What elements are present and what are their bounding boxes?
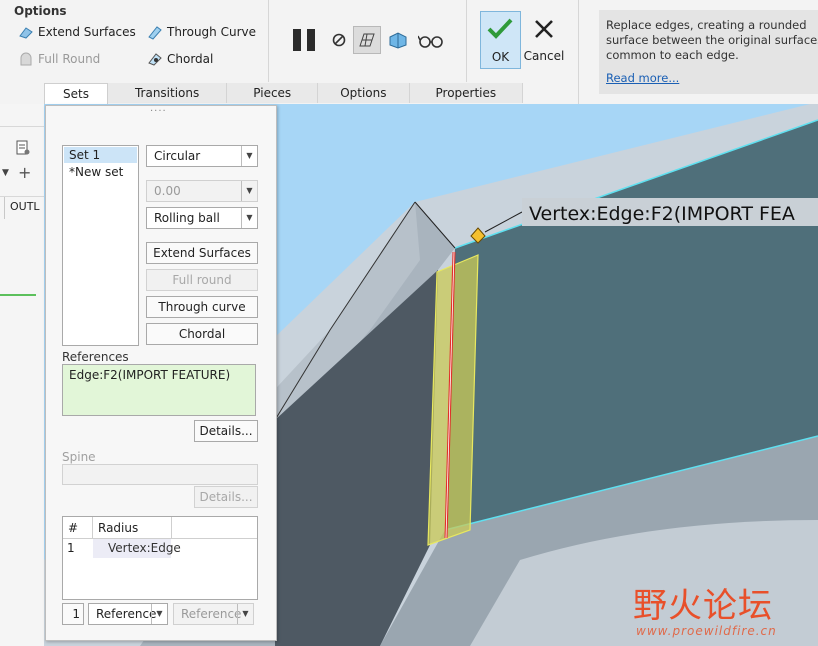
- no-preview-icon[interactable]: [332, 33, 346, 47]
- shape-dropdown-value: Circular: [154, 149, 201, 163]
- reference-type-dropdown[interactable]: Reference ▼: [88, 603, 168, 625]
- chevron-down-icon: ▼: [237, 604, 253, 624]
- row-num: 1: [67, 541, 75, 555]
- tab-sets[interactable]: Sets: [44, 83, 108, 104]
- help-panel: Replace edges, creating a rounded surfac…: [599, 10, 818, 94]
- tab-bar: Sets Transitions Pieces Options Properti…: [44, 83, 524, 104]
- reference-value-dropdown[interactable]: Reference ▼: [173, 603, 254, 625]
- column-divider: [171, 517, 172, 538]
- tab-options[interactable]: Options: [318, 83, 410, 103]
- value-field[interactable]: 0.00 ▼: [146, 180, 258, 202]
- sets-list[interactable]: Set 1 *New set: [62, 145, 139, 346]
- panel-grip[interactable]: ····: [150, 106, 167, 117]
- column-divider: [4, 197, 5, 219]
- mesh-preview-icon: [359, 33, 375, 47]
- geometry-preview-toggle[interactable]: [353, 26, 381, 54]
- options-group-title: Options: [14, 4, 67, 18]
- spine-collector[interactable]: [62, 464, 258, 485]
- chevron-down-icon: ▼: [151, 604, 167, 624]
- row-number-field[interactable]: 1: [62, 603, 84, 625]
- watermark-url: www.proewildfire.cn: [636, 624, 777, 638]
- strip-divider: [0, 126, 44, 127]
- ribbon-divider: [578, 0, 579, 104]
- table-row[interactable]: 1 Vertex:Edge: [63, 539, 181, 558]
- full-round-option[interactable]: Full Round: [18, 51, 100, 67]
- cancel-label: Cancel: [523, 49, 565, 63]
- ok-label: OK: [491, 50, 510, 64]
- value-field-text: 0.00: [154, 184, 181, 198]
- extend-surfaces-icon: [19, 27, 33, 39]
- reference-type-value: Reference: [96, 607, 157, 621]
- solid-preview-icon[interactable]: [388, 31, 408, 49]
- add-icon[interactable]: +: [18, 163, 31, 182]
- progress-line: [0, 294, 36, 296]
- radius-table[interactable]: # Radius 1 Vertex:Edge: [62, 516, 258, 600]
- tab-transitions[interactable]: Transitions: [107, 83, 228, 103]
- ribbon: Options Extend Surfaces Through Curve Fu…: [0, 0, 818, 105]
- reference-value-text: Reference: [181, 607, 242, 621]
- chevron-down-icon[interactable]: ▼: [2, 168, 9, 178]
- glasses-icon[interactable]: [418, 34, 444, 48]
- ribbon-divider: [268, 0, 269, 82]
- chevron-down-icon: ▼: [241, 208, 257, 228]
- extend-surfaces-option[interactable]: Extend Surfaces: [18, 24, 136, 40]
- column-divider: [92, 517, 93, 538]
- column-header-radius: Radius: [98, 521, 139, 535]
- set-item[interactable]: Set 1: [64, 147, 137, 163]
- pause-icon[interactable]: [292, 29, 316, 51]
- spine-label: Spine: [62, 450, 96, 464]
- shape-dropdown[interactable]: Circular ▼: [146, 145, 258, 167]
- tab-pieces[interactable]: Pieces: [227, 83, 319, 103]
- tab-properties[interactable]: Properties: [409, 83, 524, 103]
- vertex-label[interactable]: Vertex:Edge:F2(IMPORT FEA: [529, 203, 795, 225]
- model-tree-strip: ▼ + OUTL: [0, 104, 45, 646]
- checkmark-icon: [487, 18, 513, 39]
- ribbon-divider: [466, 0, 467, 82]
- watermark-logo-text: 野火论坛: [633, 586, 773, 626]
- strip-divider: [0, 196, 44, 197]
- read-more-link[interactable]: Read more...: [606, 71, 679, 85]
- through-curve-label: Through Curve: [167, 25, 256, 39]
- full-round-label: Full Round: [38, 52, 101, 66]
- through-curve-icon: [148, 26, 162, 40]
- chordal-button[interactable]: Chordal: [146, 323, 258, 345]
- help-text: Replace edges, creating a rounded surfac…: [606, 18, 818, 62]
- through-curve-button[interactable]: Through curve: [146, 296, 258, 318]
- full-round-icon: [20, 52, 32, 66]
- cancel-button[interactable]: Cancel: [522, 11, 566, 67]
- full-round-button[interactable]: Full round: [146, 269, 258, 291]
- references-collector[interactable]: Edge:F2(IMPORT FEATURE): [62, 364, 256, 416]
- chordal-icon: [148, 53, 162, 66]
- references-label: References: [62, 350, 129, 364]
- chevron-down-icon: ▼: [241, 181, 257, 201]
- through-curve-option[interactable]: Through Curve: [147, 24, 256, 40]
- spine-details-button[interactable]: Details...: [194, 486, 258, 508]
- method-dropdown[interactable]: Rolling ball ▼: [146, 207, 258, 229]
- outline-header: OUTL: [10, 200, 40, 213]
- close-icon: [535, 20, 553, 38]
- chordal-label: Chordal: [167, 52, 214, 66]
- extend-surfaces-button[interactable]: Extend Surfaces: [146, 242, 258, 264]
- ok-button[interactable]: OK: [480, 11, 521, 69]
- chordal-option[interactable]: Chordal: [147, 51, 213, 67]
- column-header-num: #: [68, 521, 79, 535]
- new-set-item[interactable]: *New set: [63, 164, 138, 180]
- extend-surfaces-label: Extend Surfaces: [38, 25, 136, 39]
- radius-cell[interactable]: Vertex:Edge: [108, 541, 181, 555]
- references-details-button[interactable]: Details...: [194, 420, 258, 442]
- method-dropdown-value: Rolling ball: [154, 211, 220, 225]
- document-settings-icon[interactable]: [16, 140, 30, 156]
- reference-item[interactable]: Edge:F2(IMPORT FEATURE): [69, 368, 230, 382]
- chevron-down-icon: ▼: [241, 146, 257, 166]
- sets-panel: ···· Set 1 *New set Circular ▼ 0.00 ▼ Ro…: [45, 105, 277, 641]
- table-header: # Radius: [63, 517, 257, 539]
